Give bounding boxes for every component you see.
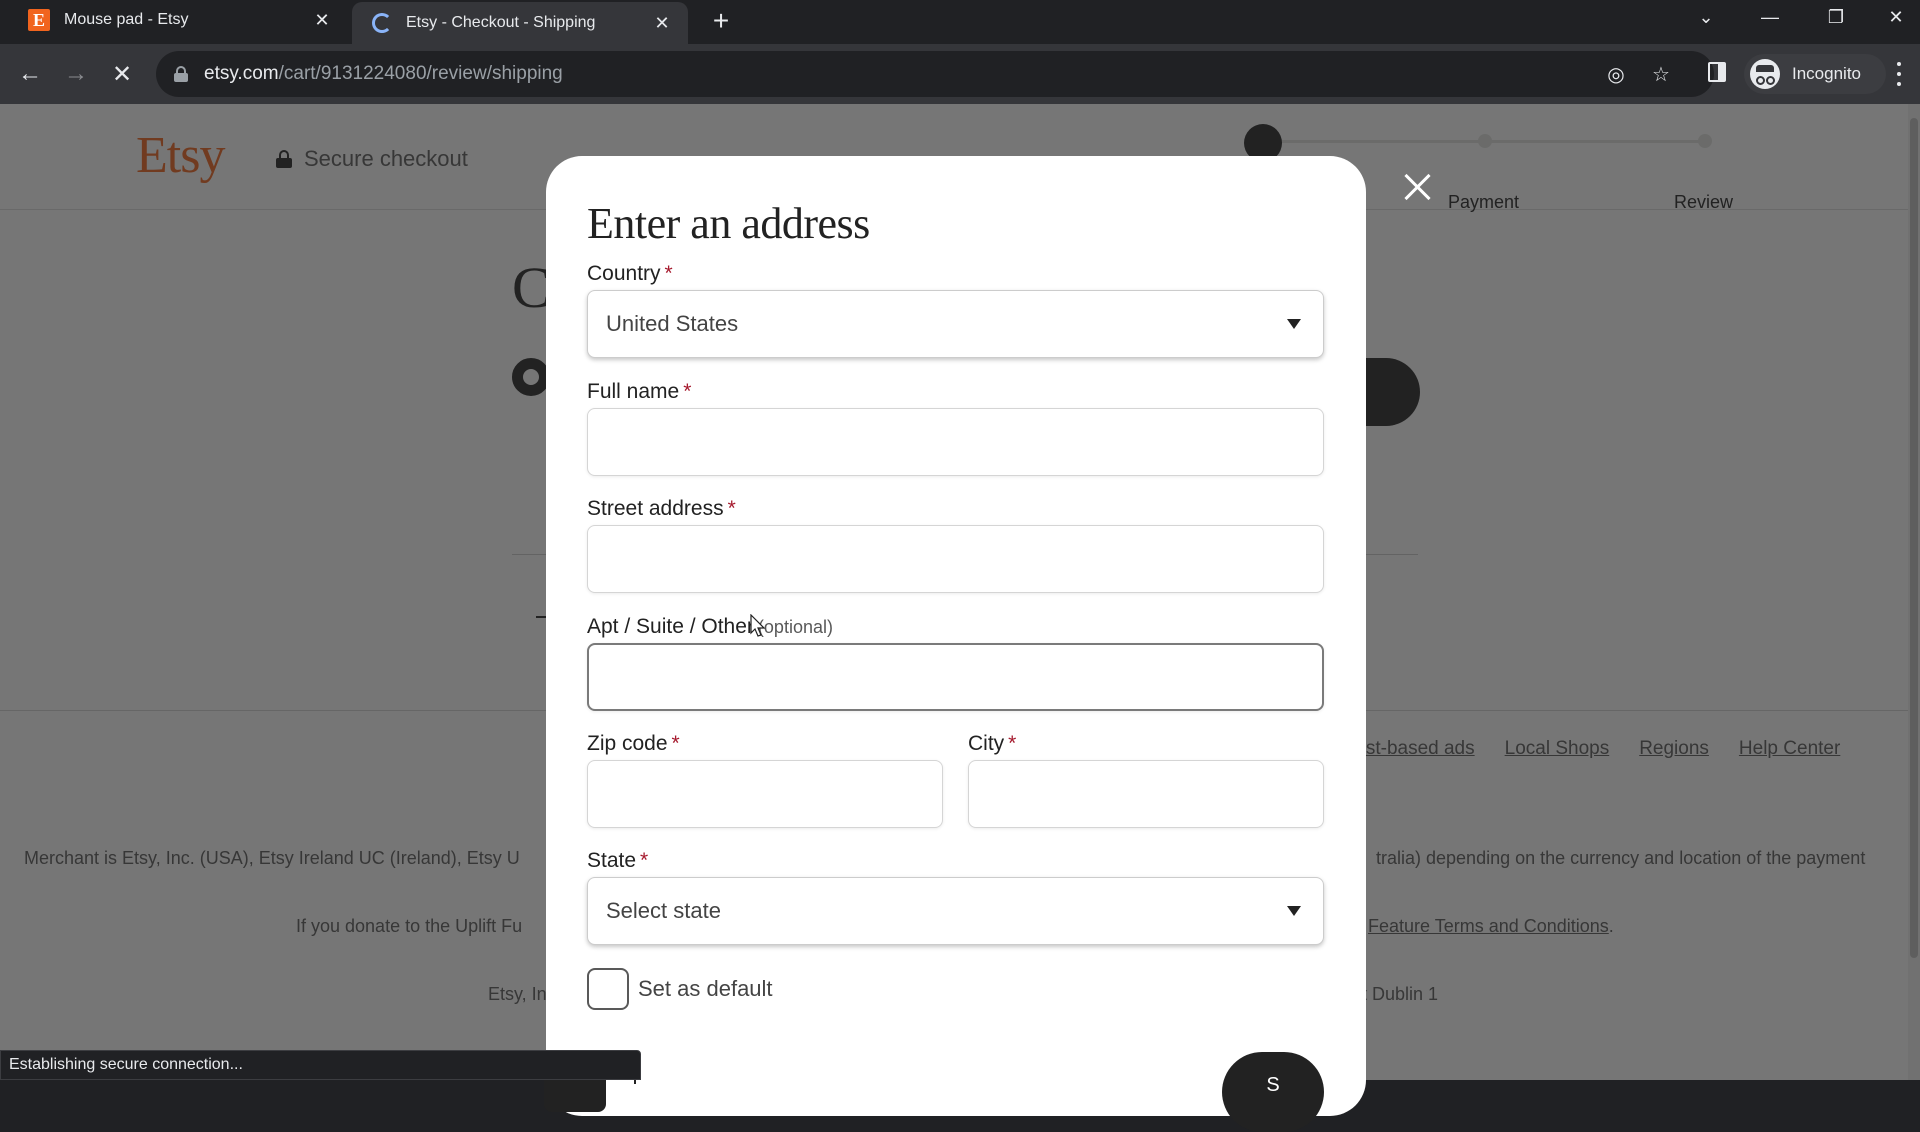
side-panel-icon[interactable] xyxy=(1708,62,1726,82)
incognito-label: Incognito xyxy=(1792,64,1861,83)
back-arrow-icon[interactable]: ← xyxy=(14,58,46,90)
country-label: Country * xyxy=(587,262,673,285)
address-bar[interactable]: etsy.com/cart/9131224080/review/shipping… xyxy=(156,51,1714,97)
minimize-icon[interactable]: — xyxy=(1742,0,1798,34)
window-close-icon[interactable]: ✕ xyxy=(1872,0,1920,34)
tab-title: Etsy - Checkout - Shipping xyxy=(406,14,596,31)
caret-down-icon xyxy=(1287,906,1301,916)
modal-title: Enter an address xyxy=(587,199,870,248)
loading-spinner-icon xyxy=(372,13,392,33)
state-label: State * xyxy=(587,849,649,872)
restore-icon[interactable]: ❐ xyxy=(1808,0,1864,34)
apt-suite-label: Apt / Suite / Other (optional) xyxy=(587,615,833,638)
state-value: Select state xyxy=(606,898,721,923)
address-modal: Enter an address Country * United States … xyxy=(544,156,1366,1132)
tab-checkout-shipping[interactable]: Etsy - Checkout - Shipping ✕ xyxy=(352,2,688,44)
incognito-profile-button[interactable]: Incognito xyxy=(1744,54,1886,94)
forward-arrow-icon[interactable]: → xyxy=(60,58,92,90)
bookmark-star-icon[interactable]: ☆ xyxy=(1649,62,1673,86)
zip-code-input[interactable] xyxy=(587,760,943,828)
etsy-favicon-icon: E xyxy=(28,9,50,31)
street-address-input[interactable] xyxy=(587,525,1324,593)
stop-loading-icon[interactable]: ✕ xyxy=(106,58,138,90)
browser-menu-icon[interactable] xyxy=(1896,62,1902,86)
zip-code-label: Zip code * xyxy=(587,732,680,755)
tab-mouse-pad[interactable]: E Mouse pad - Etsy ✕ xyxy=(8,0,348,40)
tab-close-icon[interactable]: ✕ xyxy=(650,11,674,35)
set-default-label[interactable]: Set as default xyxy=(638,976,773,1002)
eye-off-icon[interactable]: ◎ xyxy=(1604,62,1628,86)
incognito-icon xyxy=(1750,59,1780,89)
caret-down-icon xyxy=(1287,319,1301,329)
full-name-label: Full name * xyxy=(587,380,692,403)
close-modal-icon[interactable] xyxy=(1400,170,1434,204)
street-address-label: Street address * xyxy=(587,497,736,520)
city-input[interactable] xyxy=(968,760,1324,828)
tab-close-icon[interactable]: ✕ xyxy=(310,8,334,32)
apt-suite-input[interactable] xyxy=(587,643,1324,711)
country-select[interactable]: United States xyxy=(587,290,1324,358)
new-tab-button[interactable]: + xyxy=(706,6,736,36)
country-value: United States xyxy=(606,311,739,336)
lock-icon[interactable] xyxy=(174,66,188,82)
set-default-checkbox[interactable] xyxy=(587,968,629,1010)
full-name-input[interactable] xyxy=(587,408,1324,476)
save-button[interactable]: S xyxy=(1222,1052,1324,1132)
tab-title: Mouse pad - Etsy xyxy=(64,11,189,28)
url-text[interactable]: etsy.com/cart/9131224080/review/shipping xyxy=(204,63,563,85)
city-label: City * xyxy=(968,732,1017,755)
state-select[interactable]: Select state xyxy=(587,877,1324,945)
browser-tab-strip: E Mouse pad - Etsy ✕ Etsy - Checkout - S… xyxy=(0,0,1920,44)
browser-toolbar: ← → ✕ etsy.com/cart/9131224080/review/sh… xyxy=(0,44,1920,104)
tab-search-chevron-icon[interactable]: ⌄ xyxy=(1678,0,1734,34)
status-bubble: Establishing secure connection... xyxy=(0,1050,641,1080)
